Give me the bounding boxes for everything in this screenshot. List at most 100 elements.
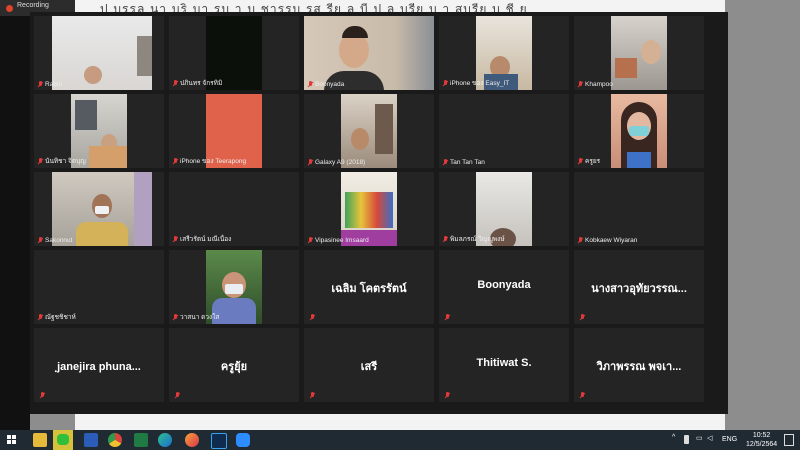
mic-muted-icon [308,81,313,88]
participant-tile[interactable]: ปภินทร จักรทิมิ [169,16,299,90]
participant-tile[interactable]: iPhone ของ Teerapong [169,94,299,168]
shirt [627,152,651,168]
face-mask [95,206,109,214]
participant-tile[interactable]: ครูยุ้ย [169,328,299,402]
participant-tile[interactable]: Sakonnut [34,172,164,246]
participant-name-large: นางสาวอุทัยวรรณ... [591,283,687,295]
chrome-icon[interactable] [108,433,122,447]
person-face [84,66,102,84]
tray-chevron-icon[interactable]: ^ [672,434,675,441]
line-icon[interactable] [53,430,73,450]
video-feed [341,172,397,246]
hair [342,26,368,38]
windows-start-icon[interactable] [7,435,17,445]
mic-muted-icon [38,81,43,88]
shelf [375,104,393,154]
participant-tile[interactable]: นันทิชา จิตบุญ [34,94,164,168]
mic-muted-icon [578,237,583,244]
mic-muted-icon [38,313,43,321]
video-feed [52,172,152,246]
mic-muted-icon [38,157,43,165]
participant-tile[interactable]: Thitiwat S. [439,328,569,402]
participant-tile[interactable]: เฉลิม โคตรรัตน์ [304,250,434,324]
record-icon [6,5,13,12]
person-face [351,128,369,150]
participant-name: Boonyada [308,81,344,88]
mic-muted-icon [310,314,315,321]
participant-name-large: Boonyada [477,279,531,291]
participant-tile[interactable]: Khampoo [574,16,704,90]
mic-muted-icon [580,314,585,321]
firefox-icon[interactable] [185,433,199,447]
edge-icon[interactable] [158,433,172,447]
tray-device-icon[interactable] [684,435,689,444]
face-mask [225,284,243,294]
mic-muted-icon [310,392,315,399]
mic-muted-icon [443,79,448,87]
participant-name-large: วิภาพรรณ พจเา... [596,361,682,373]
mic-muted-icon [173,157,178,165]
video-feed [341,94,397,168]
participant-tile[interactable]: วาสนา ดวงใส [169,250,299,324]
participant-tile[interactable]: iPhone ของ Easy_IT [439,16,569,90]
word-icon[interactable] [84,433,98,447]
face-mask [629,126,649,136]
zoom-gallery: Rabin ปภินทร จักรทิมิ Boonyada iPhone ขอ… [30,12,728,414]
participant-name: Khampoo [578,81,613,88]
clock-time: 10:52 [752,432,771,439]
participant-tile[interactable]: Rabin [34,16,164,90]
participant-name-large: ฺjanejira phuna... [57,361,141,373]
participant-tile[interactable]: Boonyada [439,250,569,324]
mic-muted-icon [578,81,583,88]
language-indicator[interactable]: ENG [722,436,737,443]
participant-name: วาสนา ดวงใส [173,312,219,322]
participant-tile[interactable]: Boonyada [304,16,434,90]
participant-tile[interactable]: เสรี [304,328,434,402]
participant-name: ครูยร [578,156,600,166]
curtain [134,172,152,246]
mic-muted-icon [443,159,448,166]
left-panel [0,16,30,430]
participant-name: Galaxy A9 (2018) [308,159,365,166]
taskbar-clock[interactable]: 10:52 12/5/2564 [746,431,777,449]
participant-tile[interactable]: Tan Tan Tan [439,94,569,168]
recording-label: Recording [17,2,49,9]
participant-tile[interactable]: วิภาพรรณ พจเา... [574,328,704,402]
participant-name-large: เฉลิม โคตรรัตน์ [331,283,407,295]
mic-muted-icon [445,314,450,321]
shirt [89,146,127,168]
photoshop-icon[interactable] [211,433,227,449]
participant-name: Sakonnut [38,237,72,244]
participant-tile[interactable]: Kobkaew Wiyaran [574,172,704,246]
participant-name-large: ครูยุ้ย [220,361,248,373]
video-feed [304,16,434,90]
participant-tile[interactable]: พิมลภรณ์ วิญญูพงษ์ [439,172,569,246]
participant-tile[interactable]: ครูยร [574,94,704,168]
mic-muted-icon [578,157,583,165]
participant-tile[interactable]: Vipasinee Imsaard [304,172,434,246]
mic-muted-icon [173,235,178,243]
participant-tile[interactable]: Galaxy A9 (2018) [304,94,434,168]
participant-name-large: Thitiwat S. [476,357,532,369]
network-icon[interactable]: ▭ [696,434,703,442]
participant-tile[interactable]: ณัฐชชิชาห์ [34,250,164,324]
participant-name: เสรีวรัตน์ มณีเนื่อง [173,234,231,244]
participant-tile[interactable]: ฺjanejira phuna... [34,328,164,402]
poster [345,192,393,228]
mic-muted-icon [175,392,180,399]
door [137,36,152,76]
mic-muted-icon [308,159,313,166]
volume-icon[interactable]: ◁ [707,434,712,442]
excel-icon[interactable] [134,433,148,447]
zoom-icon[interactable] [236,433,250,447]
participant-tile[interactable]: นางสาวอุทัยวรรณ... [574,250,704,324]
notification-icon[interactable] [784,434,794,446]
participant-name: Vipasinee Imsaard [308,237,369,244]
participant-tile[interactable]: เสรีวรัตน์ มณีเนื่อง [169,172,299,246]
participant-name: iPhone ของ Teerapong [173,156,246,166]
mic-muted-icon [38,237,43,244]
mic-muted-icon [173,79,178,87]
mic-muted-icon [580,392,585,399]
file-explorer-icon[interactable] [33,433,47,447]
participant-name: ณัฐชชิชาห์ [38,312,76,322]
